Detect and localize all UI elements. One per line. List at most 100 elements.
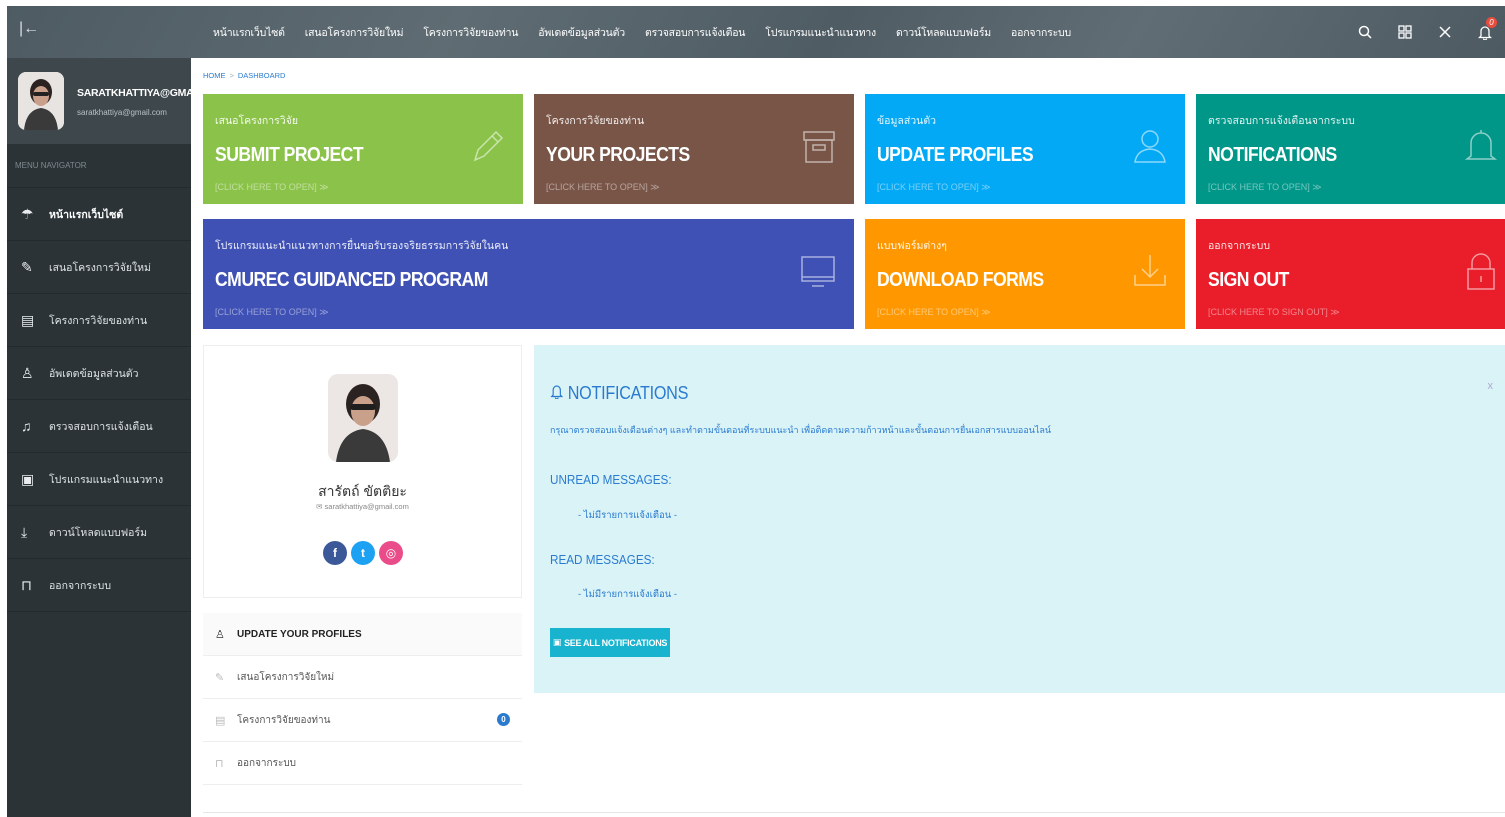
tile-open-link[interactable]: [CLICK HERE TO OPEN] ≫ (877, 182, 991, 193)
profile-links-list: ♙ UPDATE YOUR PROFILES ✎ เสนอโครงการวิจัยใ… (203, 613, 522, 785)
download-forms-tile[interactable]: แบบฟอร์มต่างๆ DOWNLOAD FORMS [CLICK HERE… (865, 219, 1185, 329)
twitter-icon[interactable]: t (351, 541, 375, 565)
guidance-program-tile[interactable]: โปรแกรมแนะนำแนวทางการยื่นขอรับรองจริยธรร… (203, 219, 854, 329)
download-icon (1133, 253, 1167, 294)
calendar-icon: ▣ (552, 637, 562, 647)
tile-open-link[interactable]: [CLICK HERE TO OPEN] ≫ (877, 307, 991, 318)
tile-subtitle: ข้อมูลส่วนตัว (877, 115, 937, 127)
sidebar-item-update-profile[interactable]: ♙ อัพเดตข้อมูลส่วนตัว (7, 347, 191, 400)
your-projects-tile[interactable]: โครงการวิจัยของท่าน YOUR PROJECTS [CLICK… (534, 94, 854, 204)
monitor-icon: ▣ (21, 470, 35, 487)
tile-subtitle: ออกจากระบบ (1208, 240, 1270, 252)
read-messages-label: READ MESSAGES: (550, 552, 655, 567)
lock-icon: ⊓ (21, 576, 32, 593)
tile-title: CMUREC GUIDANCED PROGRAM (215, 269, 488, 291)
submit-project-tile[interactable]: เสนอโครงการวิจัย SUBMIT PROJECT [CLICK H… (203, 94, 523, 204)
notifications-title: NOTIFICATIONS (550, 383, 688, 404)
tile-subtitle: เสนอโครงการวิจัย (215, 115, 299, 127)
tile-title: UPDATE PROFILES (877, 144, 1034, 166)
breadcrumb-home[interactable]: HOME (203, 71, 226, 80)
grid-icon[interactable] (1385, 6, 1425, 58)
pencil-icon: ✎ (21, 258, 33, 275)
top-nav-guidance-program[interactable]: โปรแกรมแนะนำแนวทาง (755, 24, 886, 41)
notifications-tile[interactable]: ตรวจสอบการแจ้งเตือนจากระบบ NOTIFICATIONS… (1196, 94, 1505, 204)
close-icon[interactable]: x (1488, 380, 1494, 392)
sidebar-item-your-projects[interactable]: ▤ โครงการวิจัยของท่าน (7, 294, 191, 347)
top-nav-update-profile[interactable]: อัพเดตข้อมูลส่วนตัว (528, 24, 635, 41)
sidebar-email: saratkhattiya@gmail.com (77, 108, 167, 117)
top-nav-notifications[interactable]: ตรวจสอบการแจ้งเตือน (635, 24, 755, 41)
profile-photo (328, 374, 398, 462)
lock-icon: ⊓ (215, 757, 224, 770)
unread-messages-label: UNREAD MESSAGES: (550, 472, 672, 487)
projects-count-badge: 0 (497, 713, 510, 726)
top-nav-your-projects[interactable]: โครงการวิจัยของท่าน (413, 24, 528, 41)
sign-out-tile[interactable]: ออกจากระบบ SIGN OUT [CLICK HERE TO SIGN … (1196, 219, 1505, 329)
sidebar-profile: SARATKHATTIYA@GMAIL.COM saratkhattiya@gm… (7, 58, 229, 144)
update-profiles-link[interactable]: ♙ UPDATE YOUR PROFILES (203, 613, 522, 656)
bell-icon[interactable]: 0 (1465, 6, 1505, 58)
top-nav-home[interactable]: หน้าแรกเว็บไซต์ (203, 24, 295, 41)
collapse-sidebar-icon[interactable]: |← (19, 20, 39, 38)
profile-email-text: saratkhattiya@gmail.com (324, 502, 409, 511)
sign-out-link[interactable]: ⊓ ออกจากระบบ (203, 742, 522, 785)
update-profiles-tile[interactable]: ข้อมูลส่วนตัว UPDATE PROFILES [CLICK HER… (865, 94, 1185, 204)
see-all-notifications-button[interactable]: ▣ SEE ALL NOTIFICATIONS (550, 628, 670, 657)
tile-open-link[interactable]: [CLICK HERE TO OPEN] ≫ (546, 182, 660, 193)
tile-title: SIGN OUT (1208, 269, 1289, 291)
fullscreen-icon[interactable] (1425, 6, 1465, 58)
top-nav-sign-out[interactable]: ออกจากระบบ (1001, 24, 1081, 41)
sidebar-item-label: หน้าแรกเว็บไซต์ (49, 208, 124, 221)
tile-subtitle: โครงการวิจัยของท่าน (546, 115, 645, 127)
archive-icon: ▤ (21, 311, 35, 328)
notifications-panel: x NOTIFICATIONS กรุณาตรวจสอบแจ้งเตือนต่า… (534, 345, 1505, 693)
sidebar: SARATKHATTIYA@GMAIL.COM saratkhattiya@gm… (7, 58, 229, 817)
submit-project-link[interactable]: ✎ เสนอโครงการวิจัยใหม่ (203, 656, 522, 699)
sidebar-item-label: ตรวจสอบการแจ้งเตือน (49, 420, 153, 433)
sidebar-item-label: อัพเดตข้อมูลส่วนตัว (49, 367, 139, 380)
list-item-label: โครงการวิจัยของท่าน (237, 714, 331, 726)
notifications-description: กรุณาตรวจสอบแจ้งเตือนต่างๆ และทำตามขั้นต… (550, 425, 1052, 435)
sidebar-item-home[interactable]: ☂ หน้าแรกเว็บไซต์ (7, 188, 191, 241)
tile-open-link[interactable]: [CLICK HERE TO SIGN OUT] ≫ (1208, 307, 1340, 318)
lock-icon (1465, 253, 1497, 296)
breadcrumb: HOME > DASHBOARD (203, 71, 286, 80)
sidebar-item-label: ดาวน์โหลดแบบฟอร์ม (49, 526, 148, 539)
list-item-label: UPDATE YOUR PROFILES (237, 628, 362, 640)
top-nav-submit-project[interactable]: เสนอโครงการวิจัยใหม่ (295, 24, 414, 41)
sidebar-item-label: เสนอโครงการวิจัยใหม่ (49, 261, 151, 274)
unread-empty-text: - ไม่มีรายการแจ้งเตือน - (578, 510, 678, 521)
sidebar-item-notifications[interactable]: ♫ ตรวจสอบการแจ้งเตือน (7, 400, 191, 453)
sidebar-item-label: โครงการวิจัยของท่าน (49, 314, 148, 327)
tile-subtitle: โปรแกรมแนะนำแนวทางการยื่นขอรับรองจริยธรร… (215, 240, 509, 252)
facebook-icon[interactable]: f (323, 541, 347, 565)
see-all-notifications-label: SEE ALL NOTIFICATIONS (564, 637, 668, 648)
top-navbar: |← หน้าแรกเว็บไซต์ เสนอโครงการวิจัยใหม่ … (7, 6, 1505, 58)
search-icon[interactable] (1345, 6, 1385, 58)
sidebar-item-submit-project[interactable]: ✎ เสนอโครงการวิจัยใหม่ (7, 241, 191, 294)
sidebar-item-guidance-program[interactable]: ▣ โปรแกรมแนะนำแนวทาง (7, 453, 191, 506)
user-icon: ♙ (21, 364, 34, 381)
sidebar-item-sign-out[interactable]: ⊓ ออกจากระบบ (7, 559, 191, 612)
user-icon: ♙ (215, 628, 225, 641)
list-item-label: เสนอโครงการวิจัยใหม่ (237, 671, 335, 683)
tile-open-link[interactable]: [CLICK HERE TO OPEN] ≫ (215, 307, 329, 318)
user-icon (1133, 128, 1167, 169)
sidebar-item-download-forms[interactable]: ⤓ ดาวน์โหลดแบบฟอร์ม (7, 506, 191, 559)
list-item-label: ออกจากระบบ (237, 757, 297, 769)
menu-navigator-heading: MENU NAVIGATOR (7, 144, 191, 188)
tile-open-link[interactable]: [CLICK HERE TO OPEN] ≫ (1208, 182, 1322, 193)
tile-subtitle: ตรวจสอบการแจ้งเตือนจากระบบ (1208, 115, 1355, 127)
read-empty-text: - ไม่มีรายการแจ้งเตือน - (578, 589, 678, 600)
bell-icon: ♫ (21, 418, 32, 434)
dribbble-icon[interactable]: ◎ (379, 541, 403, 565)
download-icon: ⤓ (21, 523, 28, 540)
monitor-icon (800, 253, 836, 294)
your-projects-link[interactable]: ▤ โครงการวิจัยของท่าน 0 (203, 699, 522, 742)
top-nav-download-forms[interactable]: ดาวน์โหลดแบบฟอร์ม (886, 24, 1001, 41)
home-icon: ☂ (21, 205, 34, 222)
profile-card: สารัตถ์ ขัตติยะ ✉ saratkhattiya@gmail.co… (203, 345, 522, 598)
divider (203, 812, 1505, 813)
avatar[interactable] (18, 72, 64, 130)
tile-open-link[interactable]: [CLICK HERE TO OPEN] ≫ (215, 182, 329, 193)
